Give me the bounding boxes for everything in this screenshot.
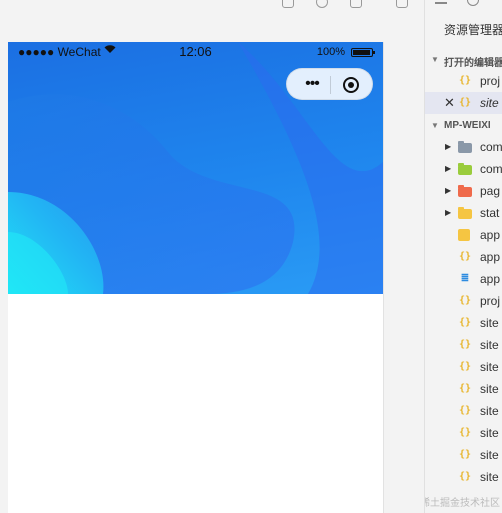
file-item[interactable]: app bbox=[425, 224, 502, 246]
file-item[interactable]: {} site bbox=[425, 400, 502, 422]
chevron-right-icon: ▶ bbox=[445, 208, 452, 217]
file-name: site bbox=[480, 448, 499, 462]
file-name: site bbox=[480, 426, 499, 440]
explorer-toolbar bbox=[425, 0, 502, 12]
file-item[interactable]: {} app bbox=[425, 246, 502, 268]
file-item[interactable]: {} site bbox=[425, 334, 502, 356]
file-name: app bbox=[480, 250, 501, 264]
file-item[interactable]: {} proj bbox=[425, 290, 502, 312]
file-item[interactable]: {} site bbox=[425, 312, 502, 334]
file-name: stat bbox=[480, 206, 500, 220]
file-name: app bbox=[480, 272, 501, 286]
simulator-edge bbox=[383, 42, 384, 513]
capsule-divider bbox=[330, 76, 331, 94]
chevron-right-icon: ▶ bbox=[445, 186, 452, 195]
json-icon: {} bbox=[458, 339, 472, 350]
file-item[interactable]: {} site bbox=[425, 356, 502, 378]
file-item[interactable]: {} site bbox=[425, 378, 502, 400]
folder-item[interactable]: ▶ stat bbox=[425, 202, 502, 224]
record-icon[interactable] bbox=[316, 0, 328, 8]
open-editor-file[interactable]: {} proj bbox=[425, 70, 502, 92]
folder-icon bbox=[458, 185, 472, 197]
chevron-right-icon: ▶ bbox=[445, 164, 452, 173]
split-icon[interactable] bbox=[350, 0, 362, 8]
close-icon[interactable]: ✕ bbox=[444, 95, 455, 111]
json-icon: {} bbox=[458, 295, 472, 306]
folder-icon bbox=[458, 141, 472, 153]
folder-item[interactable]: ▶ com bbox=[425, 136, 502, 158]
section-project[interactable]: ▼ MP-WEIXI bbox=[425, 116, 502, 136]
json-icon: {} bbox=[458, 251, 472, 262]
css-icon: ≣ bbox=[460, 273, 470, 284]
menu-capsule: ••• bbox=[286, 68, 373, 100]
open-editor-file-active[interactable]: ✕ {} site bbox=[425, 92, 502, 114]
section-open-editors[interactable]: ▼ 打开的编辑器 bbox=[425, 50, 502, 70]
json-icon: {} bbox=[458, 383, 472, 394]
file-item[interactable]: {} site bbox=[425, 422, 502, 444]
file-name: com bbox=[480, 162, 502, 176]
file-item[interactable]: {} site bbox=[425, 466, 502, 488]
folder-item[interactable]: ▶ com bbox=[425, 158, 502, 180]
folder-icon bbox=[458, 163, 472, 175]
file-name: site bbox=[480, 316, 499, 330]
battery-percent: 100% bbox=[316, 46, 345, 58]
search-icon[interactable] bbox=[467, 0, 479, 6]
json-icon: {} bbox=[458, 427, 472, 438]
explorer-title: 资源管理器 bbox=[444, 23, 502, 37]
status-bar: ●●●●● WeChat 12:06 100% bbox=[8, 42, 383, 62]
file-name: pag bbox=[480, 184, 501, 198]
chevron-right-icon: ▶ bbox=[445, 142, 452, 151]
json-icon: {} bbox=[458, 449, 472, 460]
file-explorer: 资源管理器 ▼ 打开的编辑器 {} proj ✕ {} site ▼ MP-WE… bbox=[424, 0, 502, 513]
more-button[interactable]: ••• bbox=[297, 75, 327, 95]
device-icon[interactable] bbox=[282, 0, 294, 8]
json-icon: {} bbox=[458, 97, 472, 108]
menu-icon[interactable] bbox=[435, 0, 447, 4]
file-name: site bbox=[480, 470, 499, 484]
file-name: proj bbox=[480, 74, 501, 88]
file-name: site bbox=[480, 96, 499, 110]
close-target-icon[interactable] bbox=[343, 77, 359, 93]
battery-icon bbox=[351, 48, 375, 57]
json-icon: {} bbox=[458, 75, 472, 86]
js-icon bbox=[458, 229, 470, 241]
top-toolbar bbox=[0, 0, 424, 12]
folder-item[interactable]: ▶ pag bbox=[425, 180, 502, 202]
file-name: proj bbox=[480, 294, 501, 308]
json-icon: {} bbox=[458, 317, 472, 328]
json-icon: {} bbox=[458, 471, 472, 482]
folder-icon bbox=[458, 207, 472, 219]
file-name: site bbox=[480, 404, 499, 418]
file-name: site bbox=[480, 360, 499, 374]
file-item[interactable]: {} site bbox=[425, 444, 502, 466]
section-label: MP-WEIXI bbox=[444, 120, 491, 131]
file-name: com bbox=[480, 140, 502, 154]
file-name: app bbox=[480, 228, 501, 242]
json-icon: {} bbox=[458, 361, 472, 372]
chevron-down-icon: ▼ bbox=[431, 121, 439, 130]
watermark: @稀土掘金技术社区 bbox=[425, 498, 500, 509]
chevron-down-icon: ▼ bbox=[431, 55, 439, 64]
phone-simulator: ●●●●● WeChat 12:06 100% ••• bbox=[8, 42, 383, 513]
file-item[interactable]: ≣ app bbox=[425, 268, 502, 290]
json-icon: {} bbox=[458, 405, 472, 416]
section-label: 打开的编辑器 bbox=[444, 58, 502, 69]
file-name: site bbox=[480, 338, 499, 352]
window-icon[interactable] bbox=[396, 0, 408, 8]
file-name: site bbox=[480, 382, 499, 396]
